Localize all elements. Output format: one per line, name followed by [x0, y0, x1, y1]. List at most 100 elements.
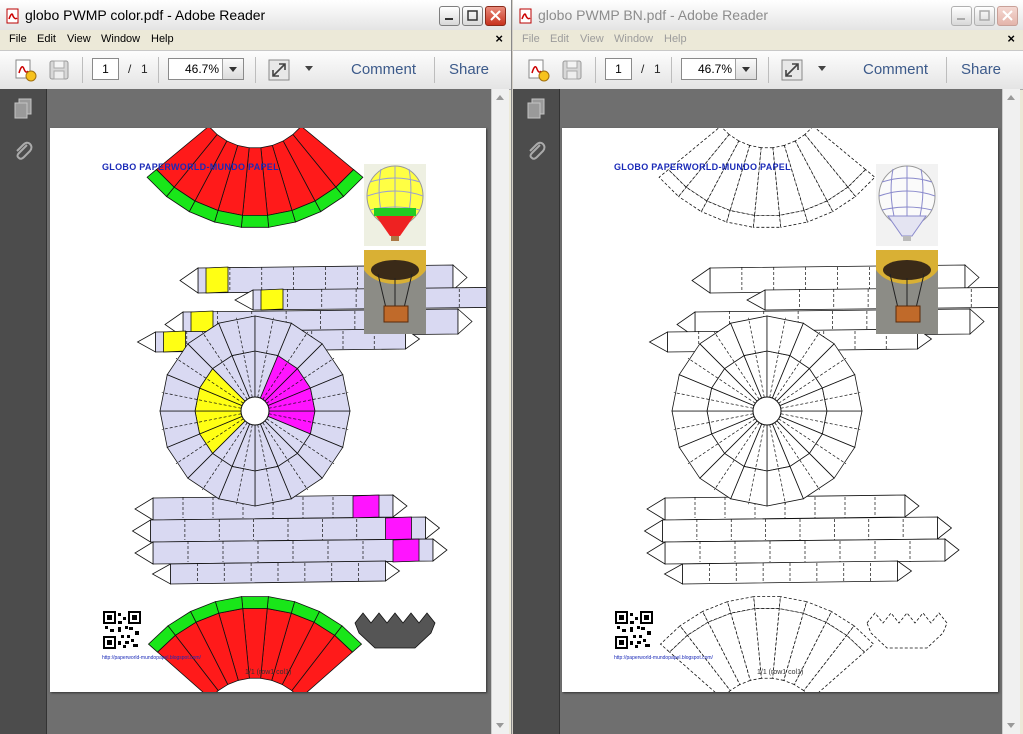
chevron-down-icon[interactable] [222, 59, 243, 79]
menu-view[interactable]: View [580, 33, 604, 45]
menu-bar: File Edit View Window Help × [0, 30, 511, 49]
toolbar-separator [82, 57, 83, 83]
close-button[interactable] [997, 6, 1018, 26]
navigation-pane [0, 89, 47, 734]
template-piece [746, 289, 766, 311]
document-viewport[interactable]: GLOBO PAPERWORLD-MUNDO PAPEL http://pape… [560, 89, 1002, 734]
attachments-icon[interactable] [11, 139, 35, 163]
vertical-scrollbar[interactable] [491, 89, 509, 734]
page-number-input[interactable]: 1 [605, 58, 632, 80]
page-url: http://paperworld-mundopapel.blogspot.co… [102, 655, 201, 661]
page-separator: / [641, 62, 645, 76]
fit-page-icon[interactable] [266, 57, 292, 83]
close-document-icon[interactable]: × [1007, 31, 1015, 46]
template-piece [134, 497, 154, 521]
toolbar-separator [434, 57, 435, 83]
scroll-up-icon[interactable] [496, 95, 504, 100]
template-piece [937, 516, 953, 540]
zoom-select[interactable]: 46.7% [681, 58, 757, 80]
scroll-down-icon[interactable] [1007, 723, 1015, 728]
template-piece [240, 214, 270, 228]
share-button[interactable]: Share [449, 61, 489, 78]
title-bar[interactable]: globo PWMP BN.pdf - Adobe Reader [513, 0, 1023, 31]
page-number-input[interactable]: 1 [92, 58, 119, 80]
template-piece [131, 519, 151, 543]
template-piece [752, 214, 782, 228]
page-separator: / [128, 62, 132, 76]
template-piece [425, 516, 441, 540]
menu-window[interactable]: Window [101, 33, 140, 45]
template-piece [646, 497, 666, 521]
scroll-up-icon[interactable] [1007, 95, 1015, 100]
menu-help[interactable]: Help [151, 33, 174, 45]
page-number-label: 1/1 (row1 col1) [757, 669, 804, 676]
scroll-down-icon[interactable] [496, 723, 504, 728]
page-title: GLOBO PAPERWORLD-MUNDO PAPEL [614, 162, 791, 172]
minimize-button[interactable] [951, 6, 972, 26]
menu-view[interactable]: View [67, 33, 91, 45]
menu-help[interactable]: Help [664, 33, 687, 45]
close-document-icon[interactable]: × [495, 31, 503, 46]
toolbar: 1 / 1 46.7% Comment Share [513, 50, 1023, 90]
template-piece [452, 264, 468, 291]
document-viewport[interactable]: GLOBO PAPERWORLD-MUNDO PAPEL http://pape… [47, 89, 491, 734]
maximize-button[interactable] [974, 6, 995, 26]
attachments-icon[interactable] [524, 139, 548, 163]
comment-button[interactable]: Comment [863, 61, 928, 78]
create-pdf-icon[interactable] [525, 57, 551, 83]
template-piece [234, 289, 254, 311]
window-title: globo PWMP BN.pdf - Adobe Reader [538, 7, 769, 23]
zoom-value: 46.7% [697, 62, 732, 76]
minimize-button[interactable] [439, 6, 460, 26]
menu-window[interactable]: Window [614, 33, 653, 45]
fit-page-icon[interactable] [779, 57, 805, 83]
qr-code [103, 611, 141, 649]
menu-bar: File Edit View Window Help × [513, 30, 1023, 49]
toolbar-separator [946, 57, 947, 83]
pdf-file-icon [6, 8, 19, 24]
comment-button[interactable]: Comment [351, 61, 416, 78]
toolbar-separator [158, 57, 159, 83]
template-piece [392, 494, 408, 518]
template-piece [866, 612, 948, 649]
template-piece [354, 612, 436, 649]
template-piece [432, 538, 448, 562]
template-piece [179, 267, 199, 294]
share-button[interactable]: Share [961, 61, 1001, 78]
pages-panel-icon[interactable] [11, 96, 35, 120]
template-piece [163, 330, 186, 353]
navigation-pane [513, 89, 560, 734]
title-bar[interactable]: globo PWMP color.pdf - Adobe Reader [0, 0, 511, 31]
menu-file[interactable]: File [9, 33, 27, 45]
toolbar-separator [768, 57, 769, 83]
save-icon[interactable] [559, 57, 585, 83]
menu-edit[interactable]: Edit [37, 33, 56, 45]
maximize-icon [467, 10, 478, 21]
page-total: 1 [654, 62, 661, 76]
more-tools-dropdown-icon[interactable] [305, 66, 313, 71]
menu-file[interactable]: File [522, 33, 540, 45]
template-piece [964, 264, 980, 291]
maximize-button[interactable] [462, 6, 483, 26]
more-tools-dropdown-icon[interactable] [818, 66, 826, 71]
template-piece [134, 541, 154, 565]
balloon-basket-photo [876, 250, 938, 334]
save-icon[interactable] [46, 57, 72, 83]
create-pdf-icon[interactable] [12, 57, 38, 83]
page-number-label: 1/1 (row1 col1) [245, 669, 292, 676]
template-piece [897, 560, 913, 582]
template-piece [151, 563, 171, 585]
page-url: http://paperworld-mundopapel.blogspot.co… [614, 655, 713, 661]
close-button[interactable] [485, 6, 506, 26]
vertical-scrollbar[interactable] [1002, 89, 1020, 734]
toolbar-separator [595, 57, 596, 83]
template-piece [753, 596, 781, 609]
close-icon [490, 10, 501, 21]
zoom-select[interactable]: 46.7% [168, 58, 244, 80]
chevron-down-icon[interactable] [735, 59, 756, 79]
menu-edit[interactable]: Edit [550, 33, 569, 45]
rosette-center [752, 396, 782, 426]
pages-panel-icon[interactable] [524, 96, 548, 120]
window-title: globo PWMP color.pdf - Adobe Reader [25, 7, 266, 23]
pdf-file-icon [519, 8, 532, 24]
